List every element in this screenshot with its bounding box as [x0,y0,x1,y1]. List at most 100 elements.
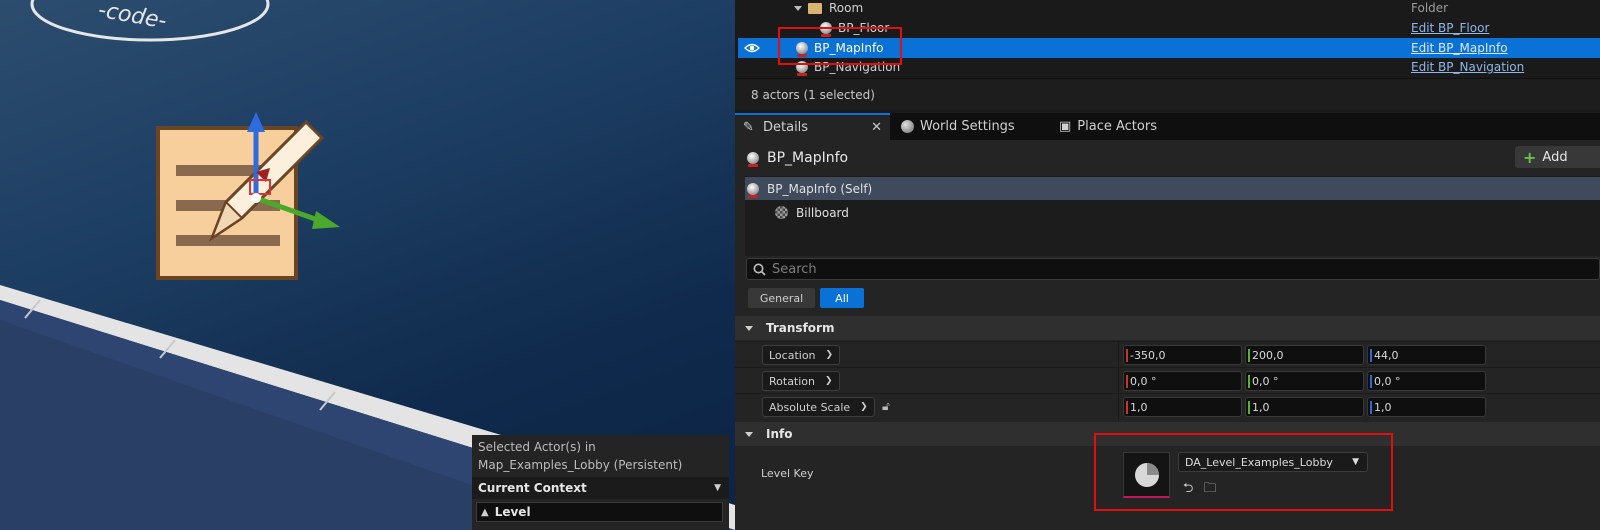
level-key-asset-picker[interactable]: DA_Level_Examples_Lobby ▼ [1178,452,1368,472]
tab-world-settings[interactable]: World Settings [893,113,1043,140]
billboard-icon [775,206,788,219]
level-viewport[interactable]: -code- Selected Actor(s) in Map_Examples… [0,0,735,530]
chevron-down-icon: ▼ [1352,457,1359,467]
category-label: Transform [766,321,835,335]
component-row-billboard[interactable]: Billboard [745,201,1600,224]
outliner-item-label: BP_Floor [838,21,890,35]
category-label: Info [766,427,793,441]
tab-details[interactable]: ✎ Details ✕ [735,113,890,140]
tab-label: World Settings [920,119,1015,134]
details-search[interactable] [746,258,1600,280]
chevron-down-icon: ❯ [825,350,834,360]
location-y-field[interactable]: 200,0 [1245,345,1364,365]
place-actors-icon: ▣ [1059,119,1072,134]
scale-row: Absolute Scale ❯ 🔓︎ 1,0 1,0 1,0 [735,393,1600,420]
tab-label: Details [763,120,809,135]
edit-bp-navigation-link[interactable]: Edit BP_Navigation [1411,60,1524,74]
folder-icon [808,2,822,14]
collapse-arrow-icon [745,325,753,331]
details-panel: BP_MapInfo + Add BP_MapInfo (Self) Billb… [735,140,1600,530]
scale-x-field[interactable]: 1,0 [1123,397,1242,417]
filter-all-button[interactable]: All [820,288,864,308]
edit-bp-mapinfo-link[interactable]: Edit BP_MapInfo [1411,41,1508,55]
outliner-item-label: BP_MapInfo [814,41,884,55]
edit-bp-floor-link[interactable]: Edit BP_Floor [1411,21,1489,35]
search-icon [753,263,766,276]
rotation-z-field[interactable]: 0,0 ° [1367,371,1486,391]
map-info-billboard [156,119,325,280]
collapse-arrow-icon [745,431,753,437]
transform-category-header[interactable]: Transform [735,316,1600,340]
rotation-mode-dropdown[interactable]: Rotation ❯ [762,371,840,391]
level-icon: ▲ [481,506,489,518]
location-label: Location [769,348,816,362]
location-x-field[interactable]: -350,0 [1123,345,1242,365]
location-mode-dropdown[interactable]: Location ❯ [762,345,841,365]
component-label: Billboard [796,205,849,220]
add-button-label: Add [1542,149,1568,165]
current-context-panel: Selected Actor(s) in Map_Examples_Lobby … [472,435,729,530]
tab-place-actors[interactable]: ▣ Place Actors [1051,113,1191,140]
filter-general-button[interactable]: General [748,288,815,308]
level-key-value: DA_Level_Examples_Lobby [1185,455,1333,469]
level-key-label: Level Key [761,467,814,480]
scale-y-field[interactable]: 1,0 [1245,397,1364,417]
globe-icon [901,120,914,133]
components-tree: BP_MapInfo (Self) Billboard [745,176,1600,256]
outliner-row-bp-navigation[interactable]: BP_Navigation Edit BP_Navigation [738,57,1600,77]
outliner-actor-count: 8 actors (1 selected) [735,78,1600,110]
outliner-row-bp-mapinfo[interactable]: BP_MapInfo Edit BP_MapInfo [738,38,1600,58]
world-outliner: Room Folder BP_Floor Edit BP_Floor BP_Ma… [735,0,1600,110]
outliner-item-type: Folder [1411,1,1449,15]
actor-icon [747,182,759,198]
chevron-down-icon: ❯ [860,402,868,412]
add-component-button[interactable]: + Add [1515,146,1600,168]
pencil-icon: ✎ [743,119,754,135]
close-icon[interactable]: ✕ [871,120,882,135]
editor-side-panel: Room Folder BP_Floor Edit BP_Floor BP_Ma… [735,0,1600,530]
level-key-row: Level Key DA_Level_Examples_Lobby ▼ ⮌ 🗀 [735,447,1600,503]
chevron-down-icon: ▼ [714,483,721,493]
actor-icon [820,22,832,37]
scale-z-field[interactable]: 1,0 [1367,397,1486,417]
asset-actions: ⮌ 🗀 [1183,479,1216,501]
details-header: BP_MapInfo [747,148,848,168]
location-row: Location ❯ -350,0 200,0 44,0 [735,341,1600,368]
search-input[interactable] [772,261,1572,277]
selected-actors-level: Map_Examples_Lobby (Persistent) [478,458,683,472]
chevron-down-icon: ❯ [825,376,833,386]
current-context-label: Current Context [478,481,587,495]
current-context-header[interactable]: Current Context ▼ [472,477,729,499]
outliner-item-label: BP_Navigation [814,60,901,74]
selected-actors-info: Selected Actor(s) in Map_Examples_Lobby … [472,435,729,474]
info-category-header[interactable]: Info [735,422,1600,446]
component-label: BP_MapInfo (Self) [767,181,873,196]
outliner-row-room[interactable]: Room Folder [738,0,1600,18]
visibility-eye-icon[interactable] [744,42,760,54]
location-z-field[interactable]: 44,0 [1367,345,1486,365]
rotation-y-field[interactable]: 0,0 ° [1245,371,1364,391]
context-level-item[interactable]: ▲ Level [476,502,723,522]
rotation-row: Rotation ❯ 0,0 ° 0,0 ° 0,0 ° [735,367,1600,394]
logo-text: -code- [96,0,168,34]
component-row-self[interactable]: BP_MapInfo (Self) [745,177,1600,200]
expand-arrow-icon[interactable] [794,5,802,11]
outliner-row-bp-floor[interactable]: BP_Floor Edit BP_Floor [738,18,1600,38]
panel-tabs: ✎ Details ✕ World Settings ▣ Place Actor… [735,113,1600,140]
plus-icon: + [1523,147,1537,167]
data-asset-icon [1134,462,1159,487]
outliner-item-label: Room [829,1,864,15]
actor-icon [796,61,808,76]
details-actor-name: BP_MapInfo [767,150,849,166]
asset-thumbnail[interactable] [1123,452,1170,498]
unlock-icon[interactable]: 🔓︎ [882,399,890,414]
scale-label: Absolute Scale [769,400,851,414]
actor-icon [796,42,808,57]
context-level-label: Level [494,505,531,519]
browse-asset-icon[interactable]: 🗀 [1203,479,1216,501]
rotation-label: Rotation [769,374,816,388]
rotation-x-field[interactable]: 0,0 ° [1123,371,1242,391]
selected-actors-line1: Selected Actor(s) in [478,440,596,454]
scale-mode-dropdown[interactable]: Absolute Scale ❯ [762,397,875,417]
use-selected-icon[interactable]: ⮌ [1183,479,1193,501]
